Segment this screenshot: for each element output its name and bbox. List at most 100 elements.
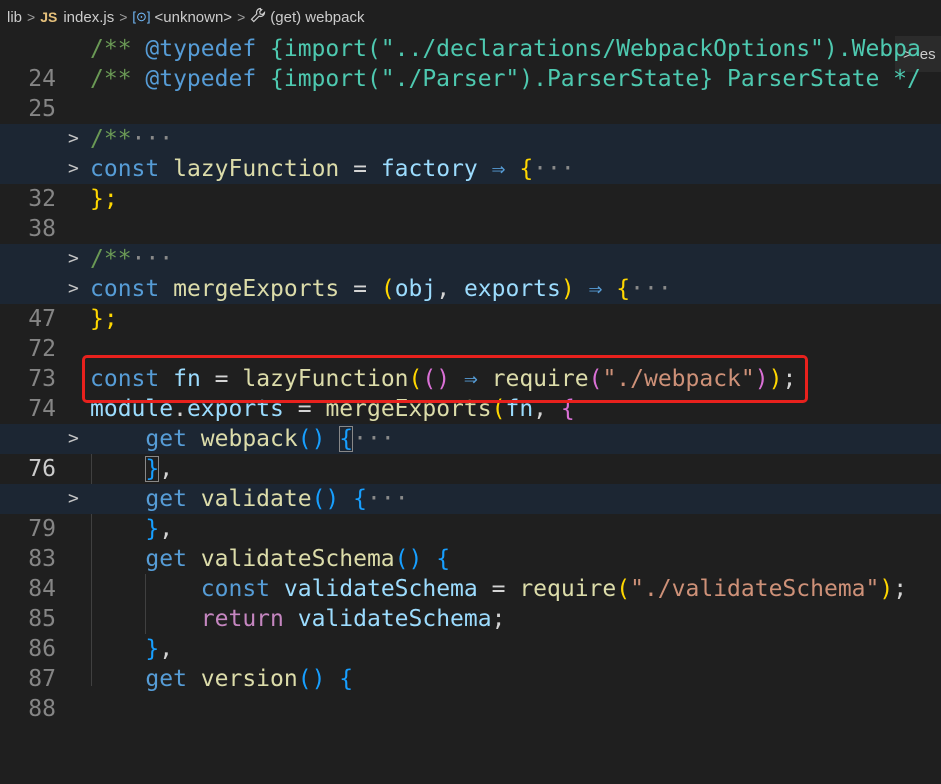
chevron-right-icon: > [119, 9, 128, 25]
jsdoc-tag: @typedef [145, 36, 257, 62]
operator: = [339, 276, 381, 302]
identifier: mergeExports [173, 276, 340, 302]
method-name: validate [200, 486, 312, 512]
fold-chevron-icon[interactable]: > [68, 484, 79, 514]
keyword: const [90, 276, 160, 302]
punctuation: , [436, 276, 464, 302]
method-name: version [200, 666, 298, 692]
parameter: obj [394, 276, 437, 302]
operator: = [477, 576, 520, 602]
bracket: () [311, 486, 340, 512]
comment-text: /** [90, 66, 146, 92]
code-line-folded: 32 > const lazyFunction = factory ⇒ {··· [0, 154, 941, 212]
identifier: validateSchema [283, 576, 478, 602]
chevron-right-icon: > [27, 9, 36, 25]
bracket: } [145, 516, 160, 542]
bracket: () [394, 546, 423, 572]
wrench-icon [250, 7, 266, 27]
keyword: const [90, 156, 160, 182]
keyword: const [200, 576, 271, 602]
highlight-annotation-box [82, 355, 808, 403]
fold-chevron-icon[interactable]: > [68, 154, 79, 184]
code-line-folded: 40 > /**··· [0, 244, 941, 302]
fold-chevron-icon[interactable]: > [68, 274, 79, 304]
identifier: lazyFunction [173, 156, 340, 182]
method-name: validateSchema [200, 546, 395, 572]
fold-chevron-icon[interactable]: > [68, 244, 79, 274]
bracket: { [519, 156, 534, 182]
breadcrumb-symbol[interactable]: [⊙] <unknown> [132, 9, 232, 26]
punctuation: ; [893, 576, 908, 602]
keyword: get [145, 666, 187, 692]
folded-ellipsis[interactable]: ··· [132, 246, 174, 272]
breadcrumb-folder[interactable]: lib [7, 9, 22, 26]
code-line-folded: 79 > get validate() {··· [0, 484, 941, 542]
folded-ellipsis[interactable]: ··· [630, 276, 672, 302]
code-line-folded: 27 > /**··· [0, 124, 941, 182]
fold-chevron-icon[interactable]: > [68, 424, 79, 454]
code-line-folded: 76 > get webpack() {··· [0, 424, 941, 482]
jsdoc-tag: @typedef [145, 66, 257, 92]
keyword: return [200, 606, 284, 632]
bracket-matched: } [145, 456, 160, 482]
bracket: { [436, 546, 451, 572]
function-call: require [519, 576, 617, 602]
keyword: get [145, 426, 187, 452]
bracket-matched: { [339, 426, 354, 452]
breadcrumb: lib > JS index.js > [⊙] <unknown> > (get… [0, 0, 941, 34]
code-line: 83 }, [0, 514, 941, 572]
code-line: 78 }, [0, 454, 941, 512]
punctuation: , [159, 636, 174, 662]
bracket: ( [380, 276, 395, 302]
punctuation: , [159, 456, 174, 482]
code-line-folded: 47 > const mergeExports = (obj, exports)… [0, 274, 941, 332]
breadcrumb-member[interactable]: (get) webpack [250, 7, 364, 27]
string-literal: "./validateSchema" [630, 576, 880, 602]
code-line: 86 return validateSchema; [0, 604, 941, 662]
variable-icon: [⊙] [132, 9, 151, 24]
comment-text: /** [90, 246, 132, 272]
punctuation: , [159, 516, 174, 542]
breadcrumb-file[interactable]: JS index.js [40, 9, 114, 26]
bracket: { [339, 666, 354, 692]
bracket: { [616, 276, 631, 302]
code-line: 25 /** @typedef {import("./Parser").Pars… [0, 64, 941, 122]
folded-ellipsis[interactable]: ··· [367, 486, 409, 512]
code-line: 85 const validateSchema = require("./val… [0, 574, 941, 632]
bracket: () [297, 426, 326, 452]
parameter: factory [380, 156, 478, 182]
bracket: { [353, 486, 367, 512]
folded-ellipsis[interactable]: ··· [132, 126, 174, 152]
code-text: }; [90, 306, 118, 332]
code-line: 72 }; [0, 304, 941, 362]
jsdoc-type: {import("./Parser").ParserState} ParserS… [256, 66, 921, 92]
bracket: } [145, 636, 160, 662]
keyword: get [145, 546, 187, 572]
comment-text: /** [90, 126, 132, 152]
comment-text: /** [90, 36, 146, 62]
code-line: 24 /** @typedef {import("../declarations… [0, 34, 941, 92]
identifier: validateSchema [297, 606, 492, 632]
code-editor[interactable]: 24 /** @typedef {import("../declarations… [0, 34, 941, 722]
fold-chevron-icon[interactable]: > [68, 124, 79, 154]
folded-ellipsis[interactable]: ··· [353, 426, 395, 452]
arrow-operator: ⇒ [574, 276, 617, 302]
method-name: webpack [200, 426, 298, 452]
keyword: get [145, 486, 187, 512]
code-line: 87 }, [0, 634, 941, 692]
punctuation: ; [491, 606, 506, 632]
parameter: exports [463, 276, 561, 302]
code-line: 38 }; [0, 184, 941, 242]
chevron-right-icon: > [237, 9, 246, 25]
code-line: 39 [0, 214, 941, 272]
javascript-file-icon: JS [40, 9, 58, 25]
code-line: 26 [0, 94, 941, 152]
folded-ellipsis[interactable]: ··· [533, 156, 575, 182]
arrow-operator: ⇒ [477, 156, 520, 182]
code-line: 84 get validateSchema() { [0, 544, 941, 602]
bracket: ( [616, 576, 631, 602]
line-number: 88 [28, 696, 56, 722]
breadcrumb-member-label: (get) webpack [270, 8, 365, 26]
bracket: ) [560, 276, 575, 302]
bracket: ) [879, 576, 894, 602]
